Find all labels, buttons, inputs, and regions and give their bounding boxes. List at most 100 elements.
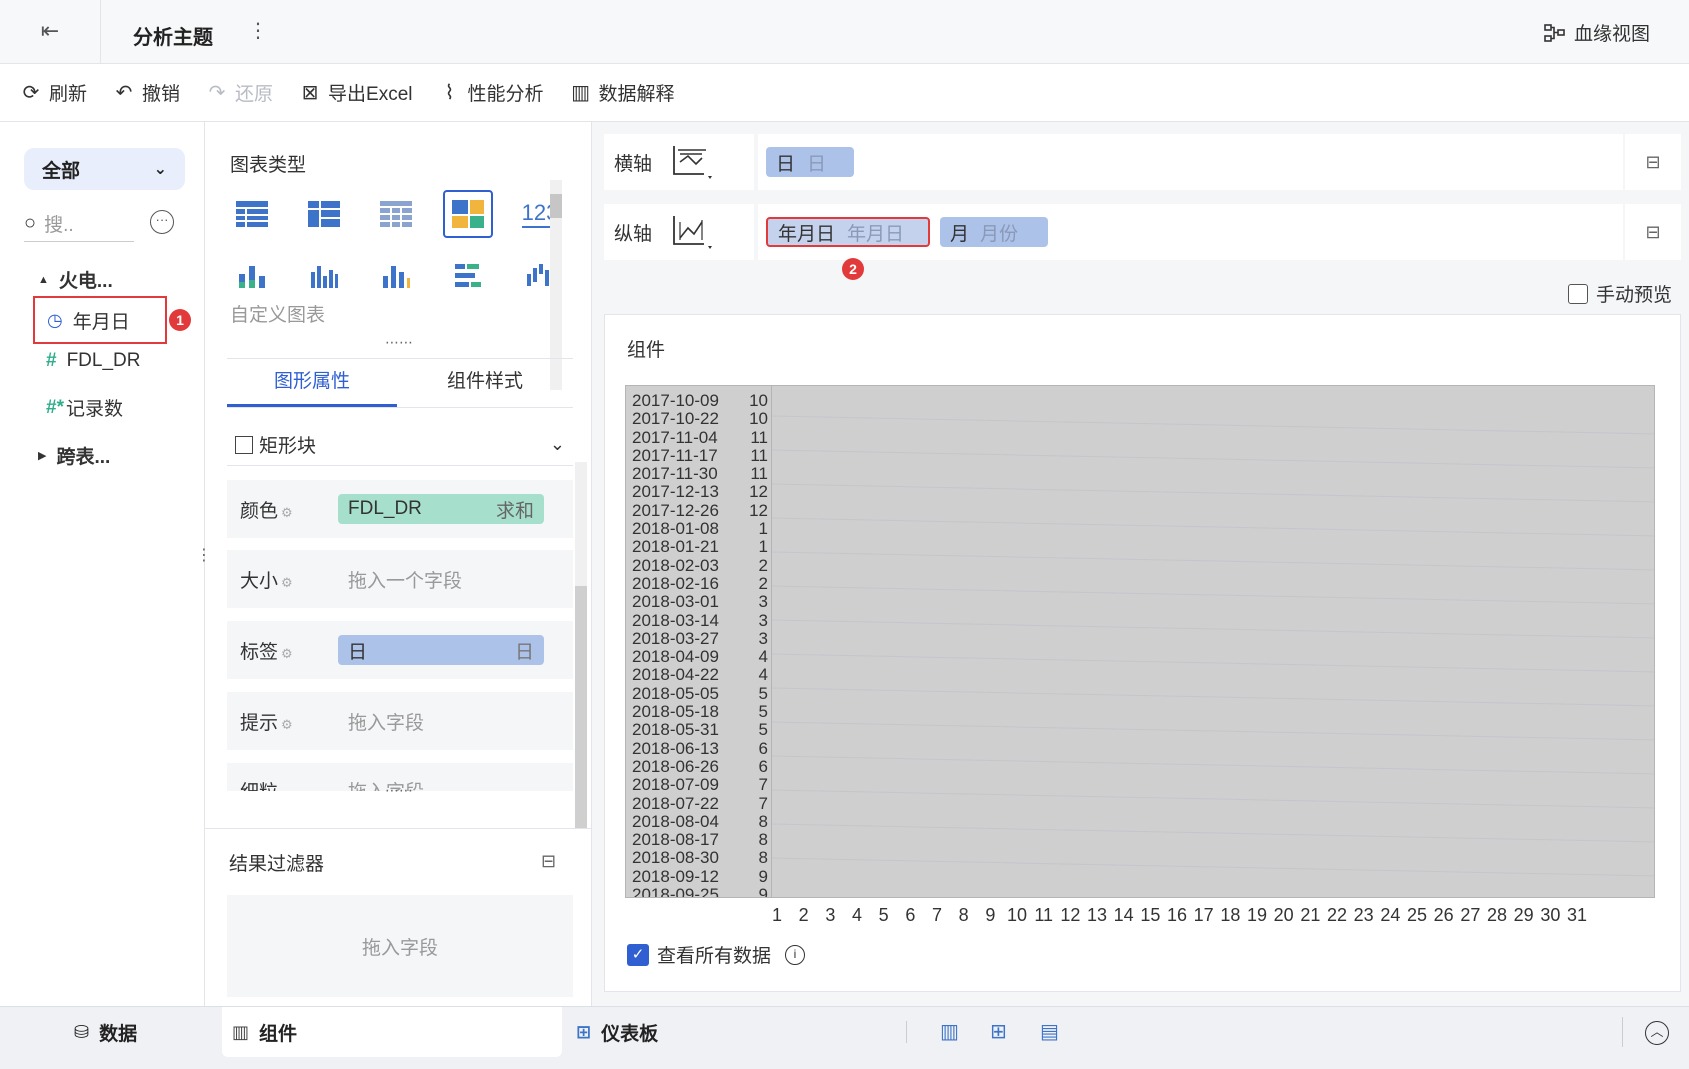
x-tick-label: 24	[1380, 905, 1401, 925]
more-icon[interactable]: ···	[150, 210, 174, 234]
add-report-icon[interactable]: ▤	[1040, 1019, 1059, 1044]
x-tick-label: 13	[1086, 905, 1108, 925]
y-tick-month: 4	[758, 647, 768, 667]
y-axis-type-icon[interactable]	[670, 212, 714, 252]
pill-sub: 日	[806, 153, 826, 175]
export-excel-button[interactable]: ⊠ 导出Excel	[299, 79, 413, 106]
checkbox-checked-icon[interactable]: ✓	[627, 943, 649, 966]
y-axis-settings-icon[interactable]: ⊟	[1625, 204, 1681, 260]
chart-type-horizontal-bar-icon[interactable]	[443, 252, 493, 300]
field-date[interactable]: ◷ 年月日	[33, 296, 167, 344]
filter-drop-hint: 拖入字段	[361, 937, 438, 959]
label-field-pill[interactable]: 日日	[338, 635, 544, 665]
filter-drop-zone[interactable]: 拖入字段	[227, 895, 573, 997]
mark-type-select[interactable]: 矩形块 ⌄	[227, 424, 573, 466]
result-filter-section: 结果过滤器 ⊟ 拖入字段	[205, 828, 591, 1006]
x-axis-field-pill[interactable]: 日日	[766, 147, 854, 177]
redo-button[interactable]: ↷ 还原	[206, 79, 273, 106]
caret-right-icon: ▶	[38, 450, 47, 462]
manual-preview-toggle[interactable]: 手动预览	[1568, 280, 1672, 307]
y-axis-drop-zone[interactable]: 年月日 年月日 月月份	[758, 204, 1623, 260]
gear-icon[interactable]: ⚙	[281, 717, 293, 732]
field-fdl-dr[interactable]: # FDL_DR	[46, 350, 140, 372]
chart-type-cross-table-icon[interactable]	[299, 190, 349, 238]
chart-type-detail-table-icon[interactable]	[371, 190, 421, 238]
x-axis-type-icon[interactable]	[670, 142, 714, 182]
size-property-row[interactable]: 大小 ⚙ 拖入一个字段	[227, 550, 573, 608]
lineage-icon	[1544, 23, 1565, 42]
filter-settings-icon[interactable]: ⊟	[541, 851, 556, 872]
database-icon: ⛁	[74, 1021, 90, 1042]
tooltip-label-text: 提示	[240, 712, 279, 734]
tab-dashboard[interactable]: ⊞ 仪表板	[576, 1007, 658, 1057]
y-tick-date: 2018-09-25	[632, 885, 719, 898]
x-axis-drop-zone[interactable]: 日日	[758, 134, 1623, 190]
add-dashboard-icon[interactable]: ⊞	[990, 1019, 1007, 1044]
tab-widget[interactable]: ▥ 组件	[222, 1007, 562, 1057]
gear-icon[interactable]: ⚙	[281, 575, 293, 590]
color-property-row[interactable]: 颜色 ⚙ FDL_DR 求和	[227, 480, 573, 538]
gridline	[771, 823, 1654, 843]
search-input[interactable]: ○ 搜..	[24, 206, 134, 242]
chart-type-rect-block-icon[interactable]	[443, 190, 493, 238]
y-axis-field-pill-date[interactable]: 年月日 年月日	[766, 217, 930, 247]
label-label-text: 标签	[240, 641, 279, 663]
tooltip-property-row[interactable]: 提示 ⚙ 拖入字段	[227, 692, 573, 750]
y-axis-field-pill-month[interactable]: 月月份	[940, 217, 1048, 247]
toolbar: ⟳ 刷新 ↶ 撤销 ↷ 还原 ⊠ 导出Excel ⌇ 性能分析 ▥ 数据解释	[0, 64, 1689, 122]
undo-button[interactable]: ↶ 撤销	[113, 79, 180, 106]
filter-title: 结果过滤器	[229, 854, 325, 875]
page-title: 分析主题	[133, 27, 213, 49]
y-date-labels: 2017-10-09 2017-10-22 2017-11-04 2017-11-17…	[632, 391, 719, 898]
tab-graph-props[interactable]: 图形属性	[227, 359, 397, 407]
pill-field: FDL_DR	[348, 498, 422, 519]
performance-analysis-button[interactable]: ⌇ 性能分析	[439, 79, 544, 106]
back-icon[interactable]: ⇤	[30, 18, 70, 48]
divider	[1622, 1017, 1623, 1047]
gear-icon[interactable]: ⚙	[281, 505, 293, 520]
tree-group-2[interactable]: ▶ 跨表...	[38, 442, 110, 469]
lineage-view-button[interactable]: 血缘视图	[1544, 19, 1650, 46]
y-tick-month: 1	[758, 519, 768, 539]
pill-field: 日	[776, 153, 796, 175]
field-record-count[interactable]: #* 记录数	[46, 394, 123, 421]
resize-handle[interactable]: ⋯⋯	[385, 782, 413, 799]
gridline	[771, 449, 1654, 469]
tab-data[interactable]: ⛁ 数据	[74, 1007, 137, 1057]
gridline	[771, 415, 1654, 435]
y-tick-date: 2018-06-13	[632, 738, 719, 758]
y-axis-label: 纵轴	[604, 204, 754, 260]
chart-type-bar-icon[interactable]	[299, 252, 349, 300]
custom-chart-label: 自定义图表	[230, 305, 326, 326]
chart-type-table-icon[interactable]	[227, 190, 277, 238]
resize-handle[interactable]: ⋯⋯	[385, 334, 413, 351]
color-field-pill[interactable]: FDL_DR 求和	[338, 494, 544, 524]
more-options-icon[interactable]: ⋮	[248, 18, 268, 43]
export-label: 导出Excel	[328, 84, 413, 105]
x-tick-label: 26	[1433, 905, 1454, 925]
collapse-up-icon[interactable]: ︿	[1645, 1021, 1669, 1045]
y-axis-label-text: 纵轴	[614, 223, 653, 245]
gear-icon[interactable]: ⚙	[281, 646, 293, 661]
refresh-button[interactable]: ⟳ 刷新	[20, 79, 87, 106]
tree-group-1[interactable]: ▲ 火电...	[38, 266, 113, 293]
heatmap-area	[771, 386, 1654, 897]
heatmap-plot[interactable]: 2017-10-09 2017-10-22 2017-11-04 2017-11-17…	[625, 385, 1655, 898]
view-all-data-toggle[interactable]: ✓ 查看所有数据 i	[627, 941, 806, 968]
x-axis-settings-icon[interactable]: ⊟	[1625, 134, 1681, 190]
data-explain-button[interactable]: ▥ 数据解释	[570, 79, 674, 106]
checkbox-unchecked-icon[interactable]	[1568, 283, 1588, 304]
y-tick-date: 2018-02-16	[632, 573, 719, 593]
scope-select[interactable]: 全部 ⌄	[24, 148, 185, 190]
title-bar: ⇤ 分析主题 ⋮ 血缘视图	[0, 0, 1689, 64]
x-tick-label: 7	[931, 905, 943, 925]
label-property-row[interactable]: 标签 ⚙ 日日	[227, 621, 573, 679]
add-widget-icon[interactable]: ▥	[940, 1019, 959, 1044]
redo-icon: ↷	[208, 82, 226, 104]
chart-type-stacked-bar-icon[interactable]	[371, 252, 421, 300]
chart-type-grouped-icon[interactable]	[227, 252, 277, 300]
number-icon: #	[46, 350, 57, 371]
widget-title: 组件	[627, 340, 666, 361]
info-icon[interactable]: i	[785, 944, 806, 965]
tab-widget-style[interactable]: 组件样式	[397, 359, 573, 407]
